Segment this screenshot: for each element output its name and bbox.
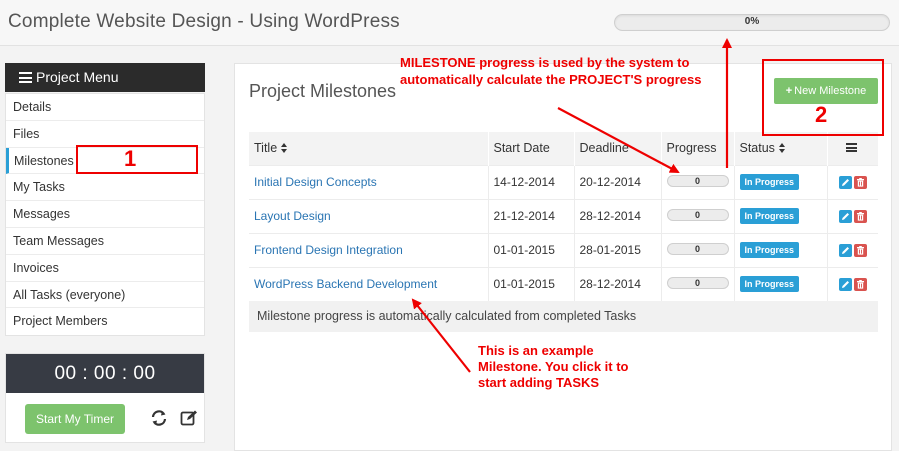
arrow-to-milestone-progress (557, 107, 680, 173)
arrow-to-example-milestone (411, 298, 471, 373)
annotation-arrows (411, 38, 732, 373)
